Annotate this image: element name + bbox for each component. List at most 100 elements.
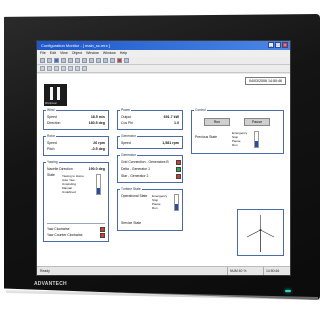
generator-item: Grid Connection - Generators B xyxy=(121,160,179,165)
statusbar: Ready NUM 40 % 14:50:46 xyxy=(37,266,290,275)
rotor-speed-row: Speed 26 rpm xyxy=(47,141,105,146)
generator-item-label: Star - Generator 2 xyxy=(121,174,149,178)
generator-lamp xyxy=(176,174,181,179)
window-title: Configuration Monitor - [ main_sc.mrc ] xyxy=(41,43,110,48)
layer-icon[interactable] xyxy=(82,66,87,71)
stop-icon[interactable] xyxy=(117,58,122,63)
generator-item-label: Delta - Generator 1 xyxy=(121,167,151,171)
yaw-state-label-row: State xyxy=(47,173,59,178)
turbine-state-title: Turbine State xyxy=(120,187,142,191)
toolbar xyxy=(37,57,290,65)
rotor-pitch-label: Pitch xyxy=(47,147,55,151)
operational-state-gauge-fill xyxy=(175,204,178,210)
close-button[interactable]: × xyxy=(282,42,288,48)
cos-phi-row: Cos Phi 1.0 xyxy=(121,121,179,126)
help-icon[interactable] xyxy=(124,58,129,63)
status-ready: Ready xyxy=(40,269,50,273)
cut-icon[interactable] xyxy=(68,58,73,63)
generator-speed-title: Generator xyxy=(120,134,137,138)
menu-window[interactable]: Window xyxy=(86,50,99,57)
maximize-button[interactable]: □ xyxy=(275,42,281,48)
undo-icon[interactable] xyxy=(89,58,94,63)
yaw-state-item: Undefined xyxy=(62,190,76,194)
wind-direction-row: Direction 180.5 deg xyxy=(47,121,105,126)
rect-icon[interactable] xyxy=(54,66,59,71)
menu-object[interactable]: Object xyxy=(72,50,82,57)
control-title: Control xyxy=(194,108,207,112)
menu-file[interactable]: File xyxy=(40,50,46,57)
nacelle-row: Nacelle Direction 190.0 deg xyxy=(47,167,105,172)
generator-speed-panel: Generator Speed 1,581 rpm xyxy=(117,134,183,149)
yaw-cw-label: Yaw Clockwise xyxy=(47,227,70,231)
grid-icon[interactable] xyxy=(103,58,108,63)
yawing-panel: Yawing Nacelle Direction 190.0 deg State… xyxy=(43,160,109,242)
logo-mark xyxy=(50,87,60,100)
power-output-value: 691.7 kW xyxy=(163,115,179,119)
brand-logo: ADVANTECH xyxy=(34,281,67,287)
cos-phi-label: Cos Phi xyxy=(121,121,133,125)
save-icon[interactable] xyxy=(54,58,59,63)
screen: Configuration Monitor - [ main_sc.mrc ] … xyxy=(36,40,291,276)
yaw-cw-lamp xyxy=(100,227,105,232)
rotor-panel: Rotor Speed 26 rpm Pitch -0.5 deg xyxy=(43,134,109,156)
wind-speed-label: Speed xyxy=(47,115,57,119)
yaw-state-label: State xyxy=(47,173,55,177)
window-titlebar: Configuration Monitor - [ main_sc.mrc ] … xyxy=(37,41,290,50)
cos-phi-value: 1.0 xyxy=(174,121,179,125)
control-panel: Control Run Pause Previous State Emergen… xyxy=(191,108,284,154)
power-led xyxy=(285,290,291,292)
previous-state-list: Emergency Stop Pause Run xyxy=(232,131,247,147)
yaw-state-gauge-fill xyxy=(97,188,100,194)
ellipse-icon[interactable] xyxy=(61,66,66,71)
rotor-speed-label: Speed xyxy=(47,141,57,145)
turbine-graphic xyxy=(237,209,284,256)
nacelle-label: Nacelle Direction xyxy=(47,167,73,171)
company-logo: Windpower xyxy=(44,84,67,106)
generator-item-label: Grid Connection - Generators B xyxy=(121,160,169,164)
window-controls: _ □ × xyxy=(268,42,288,48)
pointer-icon[interactable] xyxy=(40,66,45,71)
operational-state-item: Run xyxy=(152,206,158,210)
rotor-speed-value: 26 rpm xyxy=(93,141,105,145)
pause-button[interactable]: Pause xyxy=(244,118,270,126)
menu-view[interactable]: View xyxy=(60,50,68,57)
yaw-divider xyxy=(47,223,105,224)
open-icon[interactable] xyxy=(47,58,52,63)
generator-speed-label: Speed xyxy=(121,141,131,145)
service-state-label: Service State xyxy=(121,221,142,225)
minimize-button[interactable]: _ xyxy=(268,42,274,48)
menu-window-2[interactable]: Window xyxy=(103,50,116,57)
align-icon[interactable] xyxy=(110,58,115,63)
operational-state-row: Operational State xyxy=(121,194,149,199)
yaw-ccw-row: Yaw Counter Clockwise xyxy=(47,233,105,238)
logo-subtitle: Windpower xyxy=(45,102,57,105)
menu-edit[interactable]: Edit xyxy=(50,50,56,57)
power-panel: Power Output 691.7 kW Cos Phi 1.0 xyxy=(117,108,183,130)
operational-state-label: Operational State xyxy=(121,194,148,198)
text-icon[interactable] xyxy=(68,66,73,71)
paste-icon[interactable] xyxy=(82,58,87,63)
wind-panel: Wind Speed 18.5 m/s Direction 180.5 deg xyxy=(43,108,109,130)
zoom-icon[interactable] xyxy=(75,66,80,71)
wind-speed-value: 18.5 m/s xyxy=(90,115,105,119)
yaw-ccw-label: Yaw Counter Clockwise xyxy=(47,233,83,237)
yaw-cw-row: Yaw Clockwise xyxy=(47,227,105,232)
copy-icon[interactable] xyxy=(75,58,80,63)
run-button[interactable]: Run xyxy=(204,118,230,126)
yaw-ccw-lamp xyxy=(100,233,105,238)
print-icon[interactable] xyxy=(61,58,66,63)
generator-lamp xyxy=(176,160,181,165)
service-state-row: Service State xyxy=(121,221,179,226)
previous-state-label: Previous State xyxy=(195,135,218,139)
operational-state-list: Emergency Stop Pause Run xyxy=(152,194,167,210)
generator-title: Generator xyxy=(120,153,137,157)
menubar: File Edit View Object Window Window Help xyxy=(37,50,290,57)
redo-icon[interactable] xyxy=(96,58,101,63)
yaw-state-list: Yawing to Home Auto Yaw Unwinding Manual… xyxy=(62,174,84,194)
turbine-state-panel: Turbine State Operational State Emergenc… xyxy=(117,187,183,231)
rotor-pitch-value: -0.5 deg xyxy=(91,147,105,151)
line-icon[interactable] xyxy=(47,66,52,71)
status-time: 14:50:46 xyxy=(263,267,279,275)
menu-help[interactable]: Help xyxy=(120,50,127,57)
new-icon[interactable] xyxy=(40,58,45,63)
